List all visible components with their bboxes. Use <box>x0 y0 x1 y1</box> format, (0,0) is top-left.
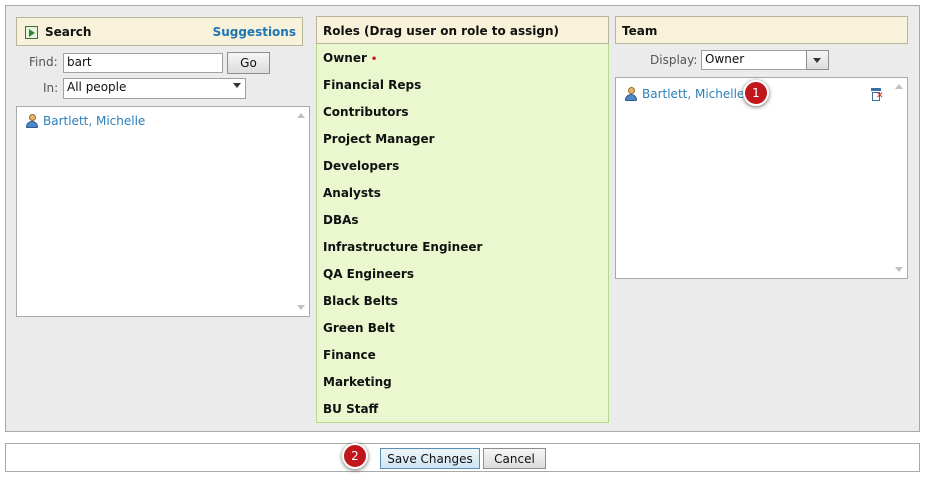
find-input[interactable]: bart <box>63 53 223 73</box>
scroll-up-icon[interactable] <box>895 84 903 89</box>
callout-1: 1 <box>743 80 769 106</box>
scrollbar[interactable] <box>293 107 309 316</box>
team-display-row: Display: Owner <box>615 44 908 77</box>
go-button[interactable]: Go <box>227 52 270 74</box>
in-select[interactable]: All people <box>63 78 246 99</box>
search-results: Bartlett, Michelle <box>16 106 310 317</box>
role-qa-engineers[interactable]: QA Engineers <box>316 260 609 288</box>
team-title: Team <box>622 24 658 38</box>
scrollbar[interactable] <box>891 78 907 278</box>
display-select-value: Owner <box>705 52 745 66</box>
role-green-belt[interactable]: Green Belt <box>316 314 609 342</box>
callout-2: 2 <box>342 443 368 469</box>
role-bu-staff[interactable]: BU Staff <box>316 395 609 423</box>
search-panel-icon <box>25 26 38 39</box>
scroll-up-icon[interactable] <box>297 113 305 118</box>
role-marketing[interactable]: Marketing <box>316 368 609 396</box>
roles-panel: Roles (Drag user on role to assign) Owne… <box>316 16 609 423</box>
footer-bar: Save Changes Cancel <box>5 443 920 472</box>
suggestions-link[interactable]: Suggestions <box>213 25 296 39</box>
scroll-down-icon[interactable] <box>895 267 903 272</box>
team-member-item[interactable]: Bartlett, Michelle <box>624 87 744 101</box>
scroll-down-icon[interactable] <box>297 305 305 310</box>
team-members-list: Bartlett, Michelle ✕ <box>615 77 908 279</box>
save-changes-button[interactable]: Save Changes <box>380 448 480 469</box>
role-finance[interactable]: Finance <box>316 341 609 369</box>
role-developers[interactable]: Developers <box>316 152 609 180</box>
search-title: Search <box>45 25 92 39</box>
person-icon <box>624 87 638 101</box>
team-panel: Team Display: Owner Bartlett, Michelle ✕ <box>615 16 908 279</box>
cancel-button[interactable]: Cancel <box>483 448 546 469</box>
role-financial-reps[interactable]: Financial Reps <box>316 71 609 99</box>
required-marker: • <box>370 54 378 65</box>
role-owner[interactable]: Owner • <box>316 44 609 72</box>
in-select-value: All people <box>67 80 127 94</box>
in-label: In: <box>43 81 59 95</box>
search-header: Search Suggestions <box>16 17 303 46</box>
member-name: Bartlett, Michelle <box>642 87 745 101</box>
role-dbas[interactable]: DBAs <box>316 206 609 234</box>
result-name: Bartlett, Michelle <box>43 114 146 128</box>
delete-icon[interactable]: ✕ <box>870 88 884 101</box>
role-infrastructure-engineer[interactable]: Infrastructure Engineer <box>316 233 609 261</box>
display-label: Display: <box>650 53 698 67</box>
role-project-manager[interactable]: Project Manager <box>316 125 609 153</box>
search-panel: Search Suggestions Find: bart Go In: All… <box>16 17 310 323</box>
team-header: Team <box>615 16 908 44</box>
roles-header: Roles (Drag user on role to assign) <box>316 16 609 44</box>
role-black-belts[interactable]: Black Belts <box>316 287 609 315</box>
display-dropdown-button[interactable] <box>806 50 829 70</box>
roles-title: Roles (Drag user on role to assign) <box>323 24 560 38</box>
role-analysts[interactable]: Analysts <box>316 179 609 207</box>
person-icon <box>25 114 39 128</box>
chevron-down-icon <box>813 58 821 63</box>
search-result-item[interactable]: Bartlett, Michelle <box>25 114 145 128</box>
role-contributors[interactable]: Contributors <box>316 98 609 126</box>
chevron-down-icon <box>233 83 241 88</box>
find-label: Find: <box>29 55 58 69</box>
